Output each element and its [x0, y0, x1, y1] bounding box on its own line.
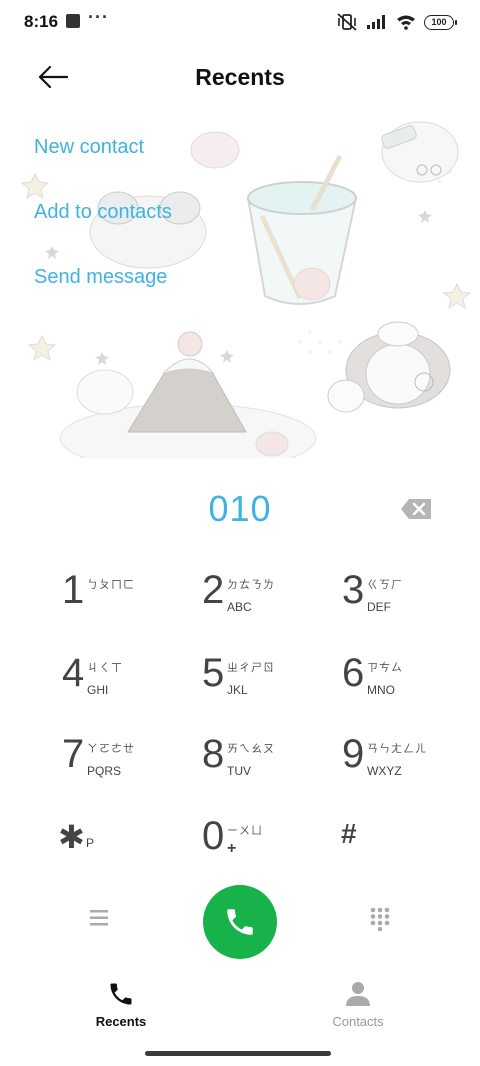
vibrate-off-icon	[337, 13, 357, 31]
key-9[interactable]: 9 ㄢㄣㄤㄥㄦ WXYZ	[342, 732, 462, 796]
add-to-contacts-link[interactable]: Add to contacts	[34, 201, 172, 224]
phone-icon	[227, 909, 253, 935]
key-digit: 5	[202, 651, 225, 695]
key-digit: ✱	[58, 819, 85, 855]
key-hash[interactable]: #	[341, 814, 461, 878]
nav-contacts[interactable]: Contacts	[303, 980, 413, 1029]
key-7[interactable]: 7 ㄚㄛㄜㄝ PQRS	[62, 732, 182, 796]
wifi-icon	[397, 15, 415, 30]
key-digit: 4	[62, 651, 85, 695]
key-zhuyin: ㄗㄘㄙ	[367, 662, 403, 674]
menu-icon	[90, 910, 108, 926]
key-digit: 7	[62, 732, 85, 776]
key-digit: 3	[342, 568, 365, 612]
key-digit: 0	[202, 814, 225, 858]
phone-icon	[110, 983, 132, 1005]
more-notifications-icon: ···	[88, 7, 109, 27]
key-zhuyin: ㄍㄎㄏ	[367, 579, 403, 591]
call-button[interactable]	[203, 885, 277, 959]
status-bar: 8:16 ··· 100	[0, 0, 480, 44]
key-zhuyin: ㄓㄔㄕㄖ	[227, 662, 275, 674]
key-zhuyin: ㄢㄣㄤㄥㄦ	[367, 743, 427, 755]
key-zhuyin: ㄞㄟㄠㄡ	[227, 743, 275, 755]
key-letters: DEF	[367, 600, 391, 614]
background-illustration: New contact Add to contacts Send message	[0, 112, 480, 458]
key-3[interactable]: 3 ㄍㄎㄏ DEF	[342, 568, 462, 632]
key-letters: +	[227, 840, 237, 857]
home-indicator[interactable]	[145, 1051, 331, 1056]
key-letters: ABC	[227, 600, 252, 614]
key-5[interactable]: 5 ㄓㄔㄕㄖ JKL	[202, 651, 322, 715]
battery-icon: 100	[424, 14, 457, 30]
key-digit: 2	[202, 568, 225, 612]
send-message-link[interactable]: Send message	[34, 266, 167, 289]
key-2[interactable]: 2 ㄉㄊㄋㄌ ABC	[202, 568, 322, 632]
key-letters: P	[86, 836, 95, 850]
key-zhuyin: ㄧㄨㄩ	[227, 825, 263, 837]
key-zhuyin: ㄚㄛㄜㄝ	[87, 743, 135, 755]
signal-icon	[367, 15, 385, 29]
status-time: 8:16	[24, 12, 59, 31]
dialpad-icon	[370, 907, 390, 932]
nav-contacts-label: Contacts	[332, 1014, 384, 1029]
key-letters: PQRS	[87, 764, 122, 778]
status-icons: 100	[336, 12, 457, 32]
key-digit: #	[341, 818, 357, 849]
backspace-icon	[401, 499, 431, 519]
new-contact-link[interactable]: New contact	[34, 136, 144, 159]
dialpad-toggle-button[interactable]	[370, 907, 390, 932]
key-zhuyin: ㄐㄑㄒ	[87, 662, 123, 674]
key-zhuyin: ㄉㄊㄋㄌ	[227, 579, 275, 591]
key-letters: JKL	[227, 683, 248, 697]
key-digit: 1	[62, 568, 85, 612]
key-8[interactable]: 8 ㄞㄟㄠㄡ TUV	[202, 732, 322, 796]
key-star[interactable]: ✱ P	[58, 814, 178, 878]
person-icon	[346, 982, 370, 1006]
header: Recents	[0, 52, 480, 102]
nav-recents[interactable]: Recents	[66, 980, 176, 1029]
key-0[interactable]: 0 ㄧㄨㄩ +	[202, 814, 322, 878]
key-letters: WXYZ	[367, 764, 402, 778]
page-title: Recents	[195, 64, 285, 90]
nav-recents-label: Recents	[95, 1014, 147, 1029]
key-digit: 8	[202, 732, 225, 776]
key-letters: MNO	[367, 683, 395, 697]
app-notification-icon	[66, 14, 80, 28]
key-digit: 6	[342, 651, 365, 695]
key-6[interactable]: 6 ㄗㄘㄙ MNO	[342, 651, 462, 715]
key-4[interactable]: 4 ㄐㄑㄒ GHI	[62, 651, 182, 715]
key-digit: 9	[342, 732, 365, 776]
backspace-button[interactable]	[400, 498, 432, 520]
menu-button[interactable]	[88, 908, 110, 928]
key-letters: TUV	[227, 764, 251, 778]
key-letters: GHI	[87, 683, 109, 697]
key-zhuyin: ㄅㄆㄇㄈ	[87, 579, 135, 591]
key-1[interactable]: 1 ㄅㄆㄇㄈ	[62, 568, 182, 632]
